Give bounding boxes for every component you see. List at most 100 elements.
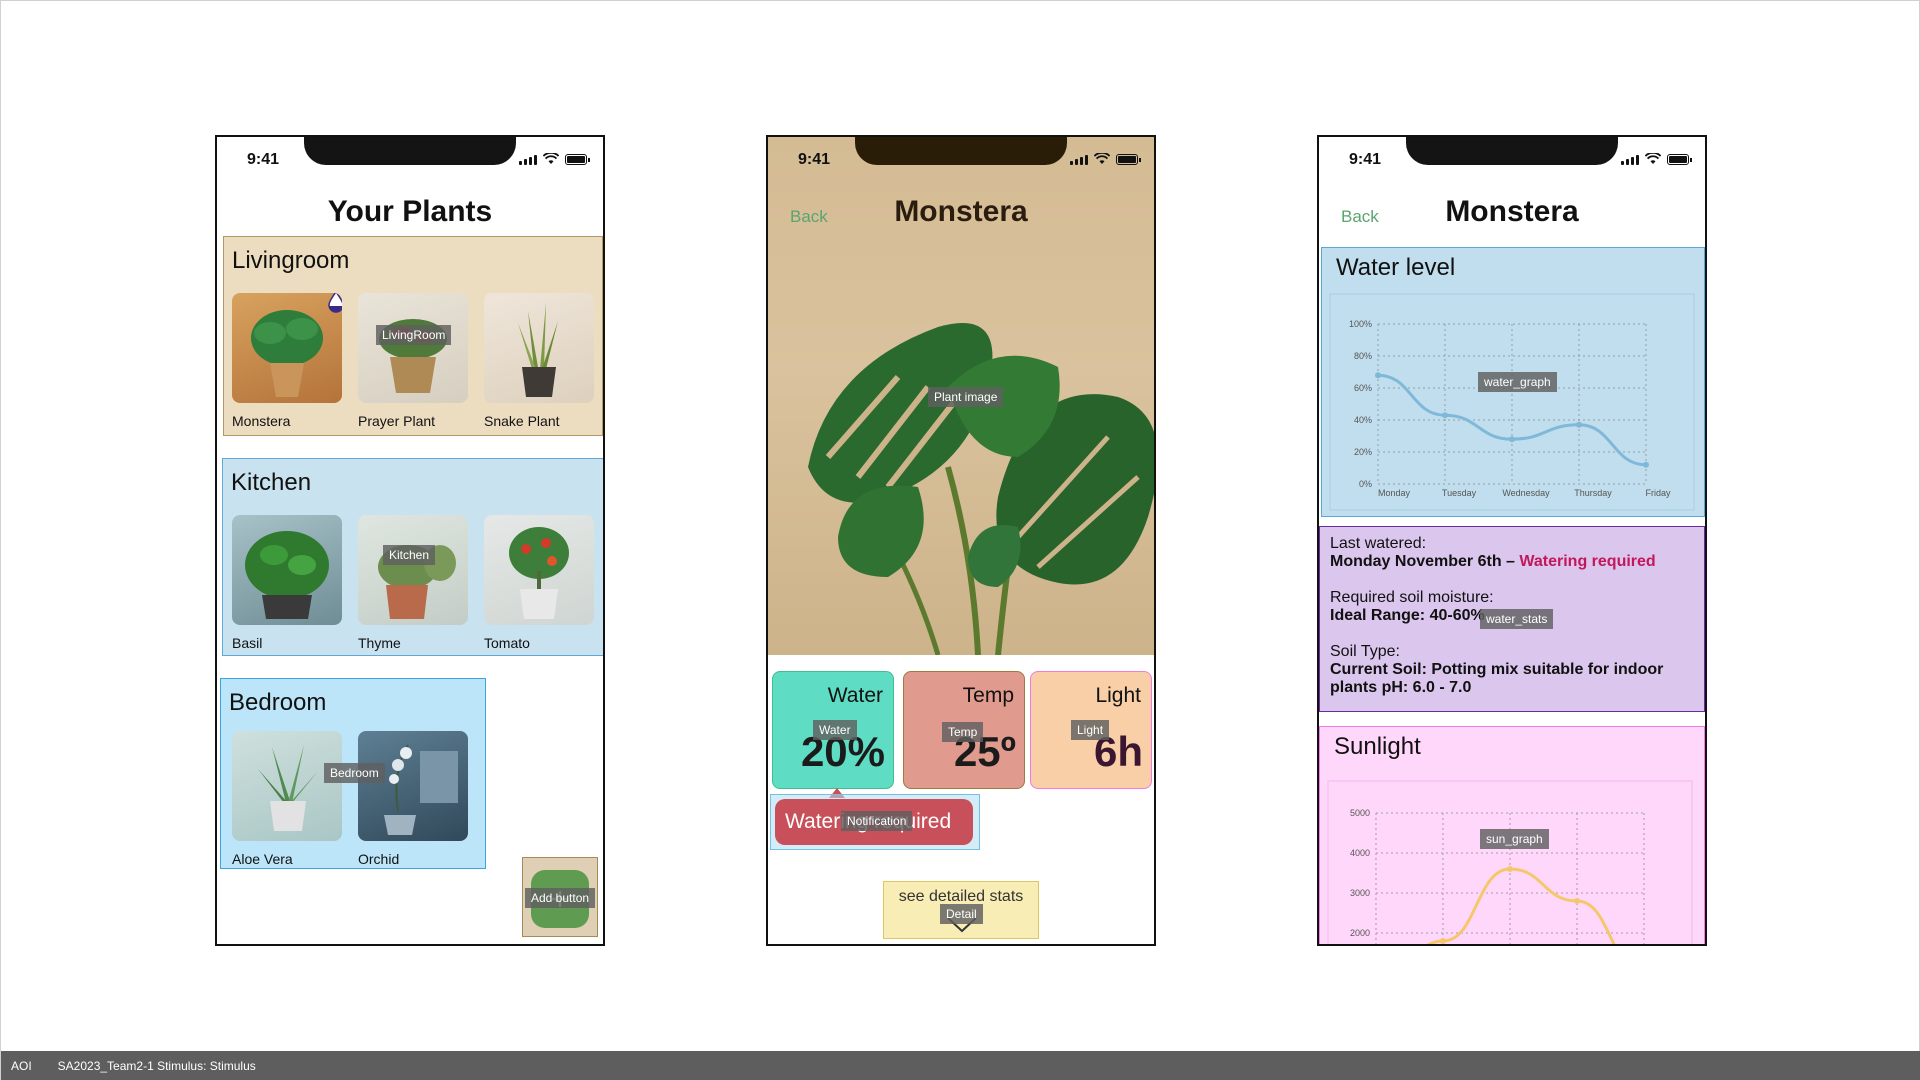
water-drop-icon [328,293,342,313]
room-title: Livingroom [232,247,350,274]
page-title: Monstera [1445,195,1579,228]
plant-thumbnail [232,515,342,625]
sunlight-chart: 10002000300040005000 [1327,780,1693,944]
data-point [1442,412,1448,419]
plant-card-tomato[interactable]: Tomato [484,515,596,651]
eyetracking-canvas: 9:41 Your Plants Livingroom Monstera Pra… [0,0,1920,1080]
plant-thumbnail [484,515,594,625]
signal-icon [1070,155,1088,165]
x-tick-label: Thursday [1574,488,1612,498]
status-time: 9:41 [798,151,831,168]
light-stat-card[interactable]: Light 6h Light [1030,671,1152,789]
water-stat-card[interactable]: Water 20% Water [772,671,894,798]
aoi-label: Plant image [928,387,1004,407]
data-point [1574,898,1580,904]
section-title: Sunlight [1334,733,1421,760]
room-kitchen[interactable]: Kitchen Basil Thyme Tomato Kitchen [222,458,603,656]
wifi-icon [1094,153,1110,164]
add-button-aoi: Add button [522,857,598,937]
signal-icon [1621,155,1639,165]
aoi-label: LivingRoom [376,325,452,345]
x-tick-label: Friday [1645,488,1671,498]
y-tick-label: 2000 [1350,928,1370,938]
phone-notch [1406,137,1618,165]
aoi-label: Detail [940,904,983,924]
plant-thumbnail [358,515,468,625]
plant-card-orchid[interactable]: Orchid [358,731,470,867]
moisture-label: Required soil moisture: [1330,589,1494,606]
monstera-thumb-icon [251,310,323,397]
plant-card-prayer-plant[interactable]: Prayer Plant [358,293,470,429]
last-watered-label: Last watered: [1330,535,1427,552]
data-point [1440,938,1446,944]
y-tick-label: 5000 [1350,808,1370,818]
aoi-label: Notification [841,811,913,831]
stimulus-name: SA2023_Team2-1 Stimulus: Stimulus [57,1059,256,1073]
last-watered-row: Monday November 6th – Watering required [1330,553,1694,571]
aoi-label: Bedroom [324,763,385,783]
battery-icon [565,154,590,165]
y-tick-label: 40% [1354,415,1372,425]
plant-thumbnail [358,293,468,403]
y-tick-label: 0% [1359,479,1372,489]
wifi-icon [1645,153,1661,164]
battery-icon [1116,154,1141,165]
status-time: 9:41 [247,151,280,168]
phone-plant-stats: 9:41 Back Monstera Water level 0% 20% 40% 6… [1317,135,1707,946]
aoi-label: water_graph [1478,372,1557,392]
basil-thumb-icon [245,531,329,619]
aoi-tag: AOI [11,1059,32,1073]
detail-aoi: see detailed stats Detail [883,881,1039,939]
bottom-status-bar: AOI SA2023_Team2-1 Stimulus: Stimulus [1,1051,1920,1080]
water-stats-section: Last watered: Monday November 6th – Wate… [1319,526,1705,712]
y-tick-label: 3000 [1350,888,1370,898]
aoi-label: water_stats [1480,609,1554,629]
data-point [1643,461,1649,468]
tomato-thumb-icon [509,527,569,619]
plant-name: Prayer Plant [358,413,436,429]
status-icons [1621,153,1692,165]
plant-name: Basil [232,635,263,651]
water-level-chart: 0% 20% 40% 60% 80% 100% Monday Tuesday Wednesday… [1329,293,1695,511]
sunlight-section: Sunlight 10002000300040005000 sun_graph [1319,726,1705,944]
page-title: Monstera [894,195,1028,228]
plant-card-monstera[interactable]: Monstera [232,293,344,429]
plant-thumbnail [484,293,594,403]
room-title: Bedroom [229,689,327,716]
stat-title: Temp [962,684,1014,707]
prayer-plant-thumb-icon [379,319,447,393]
soil-value: Current Soil: Potting mix suitable for i… [1330,661,1664,696]
soil-label: Soil Type: [1330,643,1400,660]
y-tick-label: 20% [1354,447,1372,457]
orchid-thumb-icon [384,744,458,835]
room-bedroom[interactable]: Bedroom Aloe Vera Orchid Bedroom [220,678,486,869]
water-level-section: Water level 0% 20% 40% 60% 80% 100% Monday Tues… [1321,247,1705,517]
plant-card-aloe-vera[interactable]: Aloe Vera [232,731,344,867]
phone-notch [855,137,1067,165]
aoi-label: Kitchen [383,545,436,565]
plant-card-thyme[interactable]: Thyme [358,515,470,651]
chart-frame [1329,293,1695,511]
plant-name: Thyme [358,635,401,651]
plant-card-snake-plant[interactable]: Snake Plant [484,293,596,429]
plant-thumbnail [358,731,468,841]
temp-stat-card[interactable]: Temp 25º Temp [903,671,1025,789]
y-tick-label: 80% [1354,351,1372,361]
page-title: Your Plants [327,195,493,228]
watering-alert: Watering required [1519,553,1656,570]
stat-title: Light [1095,684,1141,707]
aloe-vera-thumb-icon [258,745,318,831]
aoi-label: sun_graph [1480,829,1549,849]
signal-icon [519,155,537,165]
room-livingroom[interactable]: Livingroom Monstera Prayer Plant Snake P… [223,236,603,436]
data-point [1375,372,1381,379]
wifi-icon [543,153,559,164]
plant-name: Aloe Vera [232,851,293,867]
plant-name: Monstera [232,413,291,429]
room-title: Kitchen [231,469,312,496]
phone-notch [304,137,516,165]
aoi-label: Water [813,720,857,740]
x-tick-label: Monday [1378,488,1411,498]
data-point [1509,436,1515,443]
plant-card-basil[interactable]: Basil [232,515,344,651]
